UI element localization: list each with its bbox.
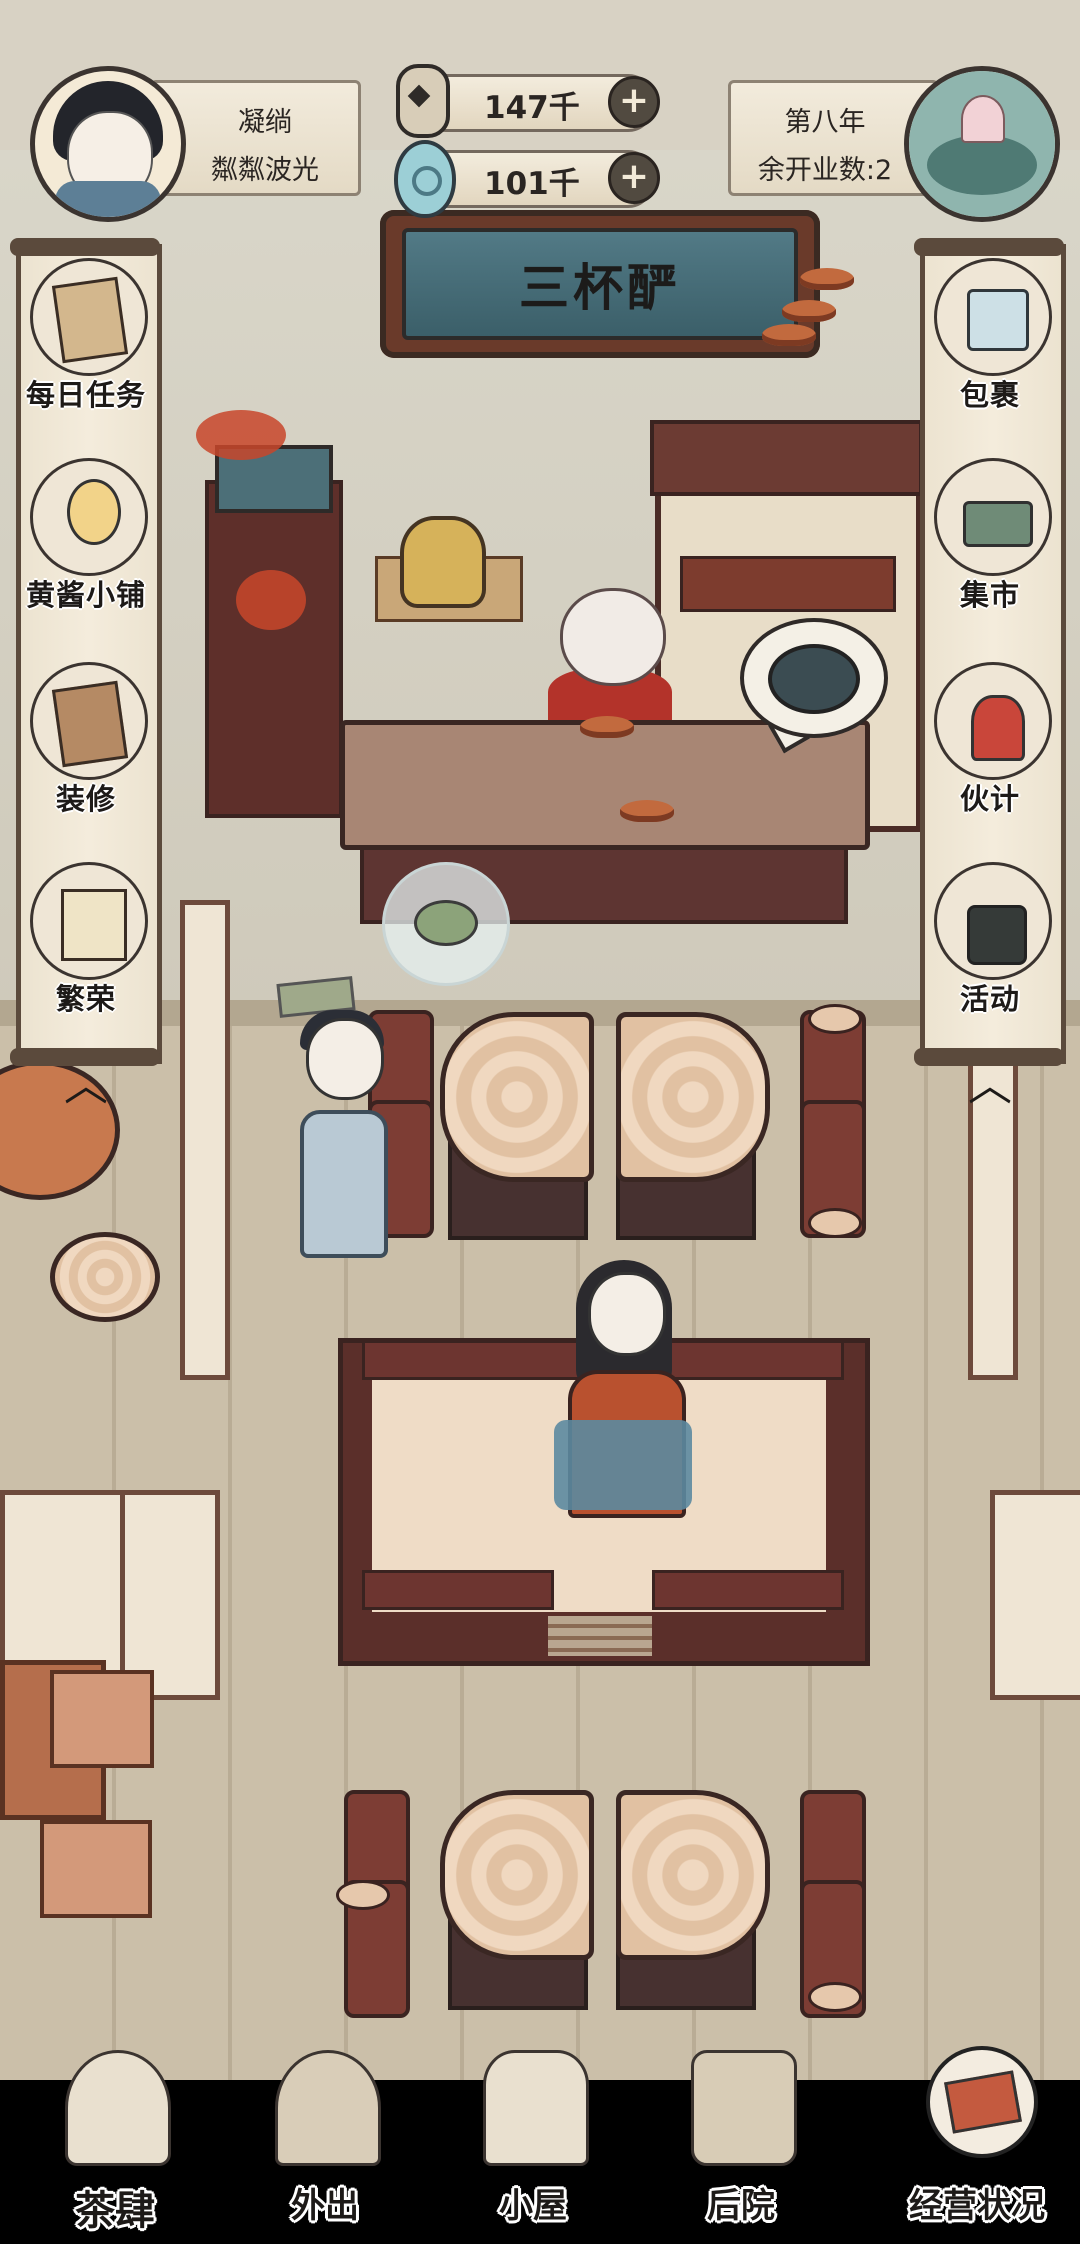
furniture-icon <box>30 662 148 780</box>
nav-business-status-label: 经营状况 <box>909 2186 1045 2226</box>
fox-shopkeeper-head[interactable] <box>560 588 666 686</box>
wooden-stool[interactable] <box>50 1670 154 1768</box>
menu-events[interactable]: 活动 <box>922 856 1058 1036</box>
nav-outing[interactable]: 外出 <box>230 2046 420 2236</box>
copper-coin-icon <box>396 64 450 138</box>
jade-drop-icon <box>394 140 456 218</box>
ledger-icon <box>926 2046 1038 2158</box>
player-title: 粼粼波光 <box>211 155 319 186</box>
year-label: 第八年 <box>784 107 866 138</box>
bundle-icon <box>934 258 1052 376</box>
log-seat-end <box>336 1880 390 1910</box>
swirl-pastry-icon <box>768 644 860 714</box>
menu-decorate[interactable]: 装修 <box>18 656 154 836</box>
stump-table[interactable] <box>440 1790 594 1960</box>
mushroom-decoration <box>782 300 836 322</box>
log-seat-end <box>808 1982 862 2012</box>
menu-daily-tasks[interactable]: 每日任务 <box>18 252 154 432</box>
season-lotus-button[interactable] <box>904 66 1060 222</box>
nav-backyard[interactable]: 后院 <box>646 2046 836 2236</box>
player-avatar-robe <box>55 181 161 217</box>
coin-value: 147千 <box>484 90 580 126</box>
lotus-flower-icon <box>961 95 1005 143</box>
remaining-openings: 余开业数:2 <box>757 155 893 186</box>
teahouse-icon <box>65 2050 171 2166</box>
menu-events-label: 活动 <box>959 982 1020 1016</box>
menu-helpers-label: 伙计 <box>959 782 1020 816</box>
mushroom-decoration <box>620 800 674 822</box>
nav-backyard-label: 后院 <box>707 2186 775 2226</box>
nav-business-status[interactable]: 经营状况 <box>882 2046 1072 2236</box>
menu-decorate-label: 装修 <box>55 782 116 816</box>
plant-stand <box>205 480 343 818</box>
backyard-icon <box>691 2050 797 2166</box>
menu-inventory-label: 包裹 <box>959 378 1020 412</box>
customer-scholar-body[interactable] <box>300 1110 388 1258</box>
signboard-panel: 三杯酽 <box>402 228 798 340</box>
menu-inventory[interactable]: 包裹 <box>922 252 1058 432</box>
add-jade-button[interactable]: + <box>608 152 660 204</box>
mushroom-decoration <box>800 268 854 290</box>
add-coins-button[interactable]: + <box>608 76 660 128</box>
nav-outing-label: 外出 <box>291 2186 359 2226</box>
task-scroll-icon <box>30 258 148 376</box>
cottage-icon <box>483 2050 589 2166</box>
menu-helpers[interactable]: 伙计 <box>922 656 1058 836</box>
menu-market[interactable]: 集市 <box>922 452 1058 632</box>
event-banner-icon <box>934 862 1052 980</box>
stump-table[interactable] <box>440 1012 594 1182</box>
girl-shopkeeper-icon <box>30 458 148 576</box>
musician-coat <box>554 1420 692 1510</box>
log-seat-end <box>808 1208 862 1238</box>
customer-scholar[interactable] <box>306 1018 384 1100</box>
player-name: 凝绱 <box>238 107 292 138</box>
nav-teahouse-label: 茶肆 <box>75 2188 155 2234</box>
teapot-icon[interactable] <box>400 516 486 608</box>
menu-market-label: 集市 <box>959 578 1020 612</box>
shop-name: 三杯酽 <box>519 258 681 317</box>
wooden-stool[interactable] <box>40 1820 152 1918</box>
collapse-right-menu-chevron-icon[interactable]: ︿ <box>950 1064 1030 1108</box>
lotus-leaf-icon <box>927 135 1037 195</box>
folding-screen <box>120 1490 220 1700</box>
nav-cottage[interactable]: 小屋 <box>438 2046 628 2236</box>
stage-rail <box>652 1570 844 1610</box>
musician-flute-player[interactable] <box>588 1272 666 1356</box>
tea-dish-icon <box>414 900 478 946</box>
game-stage: 三杯酽 凝绱 粼粼波光 147千 + 101千 + 第八年 余开业数:2 每日任… <box>0 0 1080 2244</box>
stump-stool[interactable] <box>50 1232 160 1322</box>
log-seat-end <box>808 1004 862 1034</box>
stage-rail <box>362 1570 554 1610</box>
side-screen <box>180 900 230 1380</box>
lantern-icon <box>30 862 148 980</box>
menu-sauce-shop[interactable]: 黄酱小铺 <box>18 452 154 632</box>
stump-table[interactable] <box>616 1790 770 1960</box>
mountain-icon <box>275 2050 381 2166</box>
menu-sauce-shop-label: 黄酱小铺 <box>25 578 146 612</box>
shop-signboard[interactable]: 三杯酽 <box>380 210 820 358</box>
stump-table[interactable] <box>616 1012 770 1182</box>
menu-daily-tasks-label: 每日任务 <box>25 378 146 412</box>
mushroom-decoration <box>580 716 634 738</box>
cabinet-top <box>650 420 923 496</box>
stage-steps <box>548 1616 652 1656</box>
nav-teahouse[interactable]: 茶肆 <box>20 2046 210 2236</box>
red-leaves <box>196 410 286 460</box>
cabinet-drawers <box>680 556 896 612</box>
jade-value: 101千 <box>484 166 580 202</box>
player-avatar[interactable] <box>30 66 186 222</box>
market-stall-icon <box>934 458 1052 576</box>
red-leaves <box>236 570 306 630</box>
mushroom-decoration <box>762 324 816 346</box>
collapse-left-menu-chevron-icon[interactable]: ︿ <box>46 1064 126 1108</box>
folding-screen <box>990 1490 1080 1700</box>
helper-icon <box>934 662 1052 780</box>
menu-prosperity-label: 繁荣 <box>55 982 116 1016</box>
menu-prosperity[interactable]: 繁荣 <box>18 856 154 1036</box>
nav-cottage-label: 小屋 <box>499 2186 567 2226</box>
